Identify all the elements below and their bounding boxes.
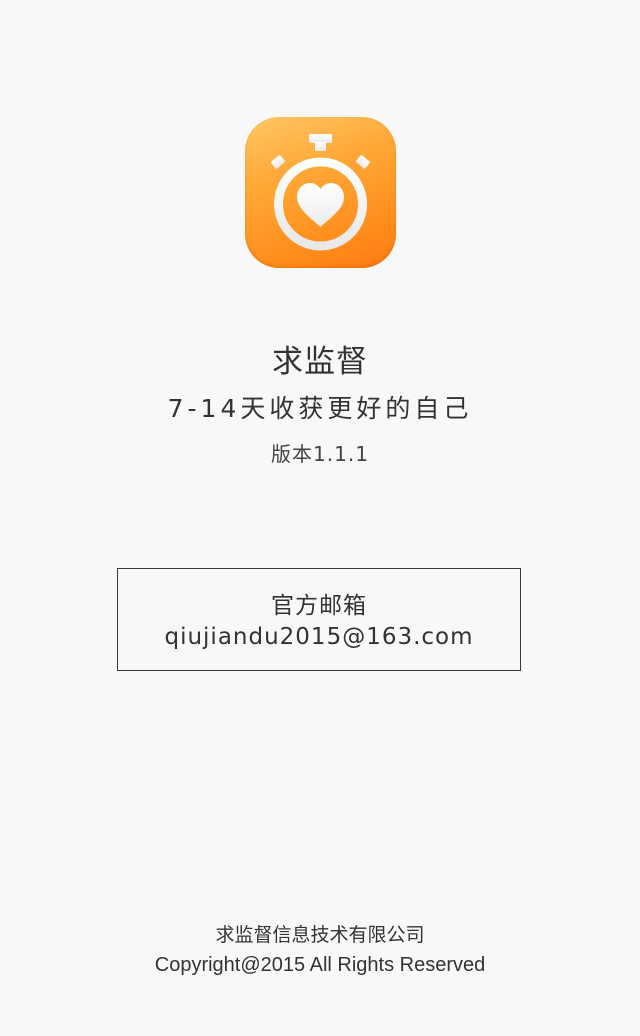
- email-address[interactable]: qiujiandu2015@163.com: [118, 624, 520, 650]
- app-logo: [245, 117, 396, 268]
- company-name: 求监督信息技术有限公司: [215, 924, 425, 946]
- email-title: 官方邮箱: [271, 593, 367, 619]
- app-name: 求监督: [272, 344, 368, 380]
- app-version: 版本1.1.1: [271, 442, 369, 466]
- official-email-box[interactable]: 官方邮箱 qiujiandu2015@163.com: [117, 568, 521, 671]
- stopwatch-heart-icon: [271, 134, 370, 251]
- app-slogan: 7-14天收获更好的自己: [167, 394, 473, 423]
- copyright-text: Copyright@2015 All Rights Reserved: [154, 954, 486, 976]
- about-page: 求监督 7-14天收获更好的自己 版本1.1.1 官方邮箱 qiujiandu2…: [0, 0, 640, 1036]
